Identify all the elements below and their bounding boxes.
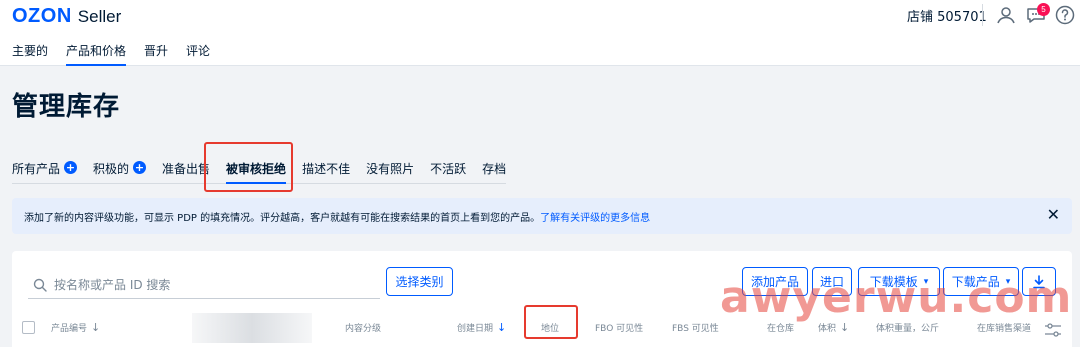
download-icon <box>1033 274 1045 288</box>
ozon-seller-logo[interactable]: OZON Seller <box>12 5 121 28</box>
import-button[interactable]: 进口 <box>812 267 852 296</box>
column-created-date[interactable]: 创建日期 ↓ <box>457 321 506 334</box>
button-label: 进口 <box>819 275 844 289</box>
tab-inactive[interactable]: 不活跃 <box>430 160 466 184</box>
button-label: 选择类别 <box>395 275 444 289</box>
products-panel: 选择类别 添加产品 进口 下载模板 ▾ 下载产品 ▾ 产品编号↓ 内容分级 创建… <box>12 251 1072 347</box>
download-template-button[interactable]: 下载模板 ▾ <box>858 267 940 296</box>
add-product-button[interactable]: 添加产品 <box>742 267 808 296</box>
search-input[interactable] <box>54 277 374 292</box>
main-nav: 主要的 产品和价格 晋升 评论 <box>12 42 210 66</box>
column-in-stock[interactable]: 在仓库 <box>767 321 794 334</box>
chevron-down-icon: ▾ <box>1005 276 1011 287</box>
help-icon[interactable] <box>1054 4 1076 26</box>
tab-label: 描述不佳 <box>302 162 351 176</box>
button-label: 下载模板 <box>869 275 918 289</box>
close-icon[interactable]: ✕ <box>1047 207 1060 223</box>
plus-icon[interactable]: + <box>64 161 78 174</box>
nav-item-main[interactable]: 主要的 <box>12 42 48 66</box>
page-title: 管理库存 <box>12 92 121 122</box>
download-button[interactable] <box>1022 267 1056 296</box>
plus-icon[interactable]: + <box>133 161 147 174</box>
sort-arrow-icon[interactable]: ↓ <box>497 321 506 334</box>
notification-badge: 5 <box>1037 3 1050 16</box>
nav-item-promotion[interactable]: 晋升 <box>144 42 168 66</box>
column-settings-icon[interactable] <box>1043 321 1063 339</box>
chevron-down-icon: ▾ <box>923 276 929 287</box>
logo-product: Seller <box>77 7 122 26</box>
product-status-tabs: 所有产品 + 积极的 + 准备出售 被审核拒绝 描述不佳 没有照片 不活跃 存档 <box>12 160 507 184</box>
table-header: 产品编号 ↓ 内容分级 创建日期 ↓ 地位 FBO 可见性 FBS 可见性 在仓库 … <box>12 313 1072 343</box>
top-header: OZON Seller 店铺 505701 5 主要的 产品和价格 晋升 评论 <box>0 0 1080 66</box>
tab-ready-for-sale[interactable]: 准备出售 <box>162 160 210 184</box>
sort-arrow-icon[interactable]: ↓ <box>840 321 849 334</box>
button-label: 添加产品 <box>750 275 799 289</box>
tab-active[interactable]: 积极的 + <box>93 160 147 184</box>
download-products-button[interactable]: 下载产品 ▾ <box>943 267 1019 296</box>
nav-item-products-prices[interactable]: 产品和价格 <box>66 42 127 66</box>
column-volume[interactable]: 体积 ↓ <box>818 321 849 334</box>
store-label[interactable]: 店铺 505701 <box>907 6 987 25</box>
column-status[interactable]: 地位 <box>541 321 559 334</box>
tab-label: 存档 <box>482 162 507 176</box>
column-content-rating[interactable]: 内容分级 <box>345 321 381 334</box>
choose-category-button[interactable]: 选择类别 <box>386 267 453 296</box>
tab-label: 所有产品 <box>12 162 61 176</box>
nav-item-reviews[interactable]: 评论 <box>186 42 210 66</box>
sort-arrow-icon[interactable]: ↓ <box>91 321 100 334</box>
column-volume-weight[interactable]: 体积重量，公斤 <box>876 321 939 334</box>
search-field[interactable] <box>28 271 380 299</box>
tab-archive[interactable]: 存档 <box>482 160 506 184</box>
info-banner: 添加了新的内容评级功能，可显示 PDP 的填充情况。评分越高，客户就越有可能在搜… <box>12 198 1072 234</box>
tab-label: 被审核拒绝 <box>226 162 287 176</box>
blurred-region <box>192 313 312 343</box>
tab-rejected[interactable]: 被审核拒绝 <box>226 160 287 184</box>
tab-label: 没有照片 <box>366 162 415 176</box>
header-divider <box>982 4 983 26</box>
tab-poor-description[interactable]: 描述不佳 <box>302 160 350 184</box>
select-all-checkbox[interactable] <box>22 321 35 334</box>
tab-label: 准备出售 <box>162 162 211 176</box>
banner-text: 添加了新的内容评级功能，可显示 PDP 的填充情况。评分越高，客户就越有可能在搜… <box>24 213 541 224</box>
tab-no-photos[interactable]: 没有照片 <box>366 160 414 184</box>
tab-label: 不活跃 <box>430 162 467 176</box>
column-product-id[interactable]: 产品编号 ↓ <box>51 321 100 334</box>
logo-brand: OZON <box>12 5 72 27</box>
column-fbs-visibility[interactable]: FBS 可见性 <box>672 321 719 334</box>
user-icon[interactable] <box>995 4 1017 26</box>
banner-link[interactable]: 了解有关评级的更多信息 <box>540 213 650 224</box>
column-fbo-visibility[interactable]: FBO 可见性 <box>595 321 643 334</box>
tab-all-products[interactable]: 所有产品 + <box>12 160 78 184</box>
tab-label: 积极的 <box>93 162 130 176</box>
button-label: 下载产品 <box>951 275 1000 289</box>
search-icon <box>33 278 47 292</box>
column-sales-channel[interactable]: 在库销售渠道 <box>977 321 1031 334</box>
